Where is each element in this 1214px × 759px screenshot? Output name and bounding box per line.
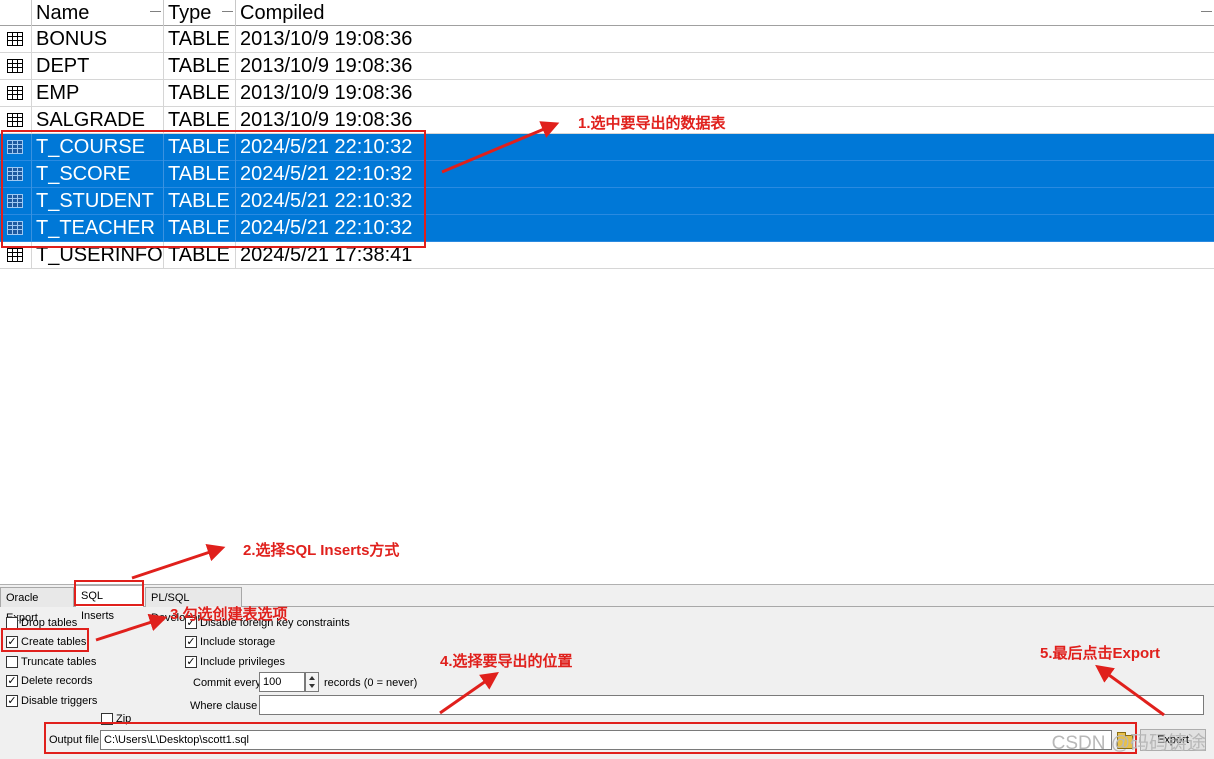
- table-icon: [7, 32, 23, 46]
- arrow-step2: [131, 544, 226, 580]
- column-header-name[interactable]: Name: [32, 0, 164, 26]
- header-icon-column: [0, 0, 32, 26]
- include-storage-checkbox[interactable]: ✓: [185, 636, 197, 648]
- disable-triggers-checkbox[interactable]: ✓: [6, 695, 18, 707]
- row-compiled: 2013/10/9 19:08:36: [240, 28, 413, 50]
- output-file-highlight: [44, 722, 1137, 754]
- table-row[interactable]: BONUS TABLE 2013/10/9 19:08:36: [0, 26, 1214, 53]
- where-clause-label: Where clause: [190, 700, 258, 712]
- include-storage-label: Include storage: [200, 636, 276, 648]
- table-row[interactable]: EMP TABLE 2013/10/9 19:08:36: [0, 80, 1214, 107]
- row-compiled: 2013/10/9 19:08:36: [240, 82, 413, 104]
- column-header-compiled-label: Compiled: [240, 2, 325, 24]
- selected-tables-highlight: [1, 130, 426, 248]
- table-icon: [7, 59, 23, 73]
- commit-every-stepper[interactable]: [305, 672, 319, 692]
- delete-records-label: Delete records: [21, 675, 93, 687]
- delete-records-checkbox[interactable]: ✓: [6, 675, 18, 687]
- include-privileges-checkbox[interactable]: ✓: [185, 656, 197, 668]
- row-compiled: 2013/10/9 19:08:36: [240, 55, 413, 77]
- column-header-type-label: Type: [168, 2, 212, 24]
- where-clause-input[interactable]: [259, 695, 1204, 715]
- sql-inserts-tab-highlight: [74, 580, 144, 606]
- create-tables-highlight: [1, 628, 89, 652]
- spin-up-icon: [309, 676, 315, 680]
- grid-header: Name Type Compiled: [0, 0, 1214, 26]
- annotation-step4: 4.选择要导出的位置: [440, 653, 573, 670]
- commit-every-input[interactable]: 100: [259, 672, 305, 692]
- spin-down-icon: [309, 684, 315, 688]
- row-type: TABLE: [164, 53, 236, 80]
- truncate-tables-checkbox[interactable]: [6, 656, 18, 668]
- table-icon: [7, 86, 23, 100]
- row-type: TABLE: [164, 26, 236, 53]
- annotation-step5: 5.最后点击Export: [1040, 645, 1161, 662]
- row-name: EMP: [32, 80, 164, 107]
- sort-indicator-icon: [1201, 11, 1212, 12]
- table-row[interactable]: DEPT TABLE 2013/10/9 19:08:36: [0, 53, 1214, 80]
- column-header-compiled[interactable]: Compiled: [236, 0, 1214, 26]
- include-privileges-label: Include privileges: [200, 656, 285, 668]
- column-header-name-label: Name: [36, 2, 90, 24]
- annotation-step3: 3.勾选创建表选项: [170, 606, 288, 623]
- commit-every-label: Commit every: [193, 677, 261, 689]
- tab-oracle-export[interactable]: Oracle Export: [0, 587, 74, 624]
- annotation-step1: 1.选中要导出的数据表: [578, 115, 726, 132]
- row-type: TABLE: [164, 80, 236, 107]
- disable-triggers-label: Disable triggers: [21, 695, 98, 707]
- annotation-step2: 2.选择SQL Inserts方式: [243, 542, 400, 559]
- sort-indicator-icon: [222, 11, 233, 12]
- watermark: CSDN @码码铸途: [1051, 733, 1206, 754]
- table-icon: [7, 113, 23, 127]
- sort-indicator-icon: [150, 11, 161, 12]
- row-name: BONUS: [32, 26, 164, 53]
- table-icon: [7, 248, 23, 262]
- commit-records-label: records (0 = never): [324, 677, 418, 689]
- column-header-type[interactable]: Type: [164, 0, 236, 26]
- truncate-tables-label: Truncate tables: [21, 656, 97, 668]
- row-name: DEPT: [32, 53, 164, 80]
